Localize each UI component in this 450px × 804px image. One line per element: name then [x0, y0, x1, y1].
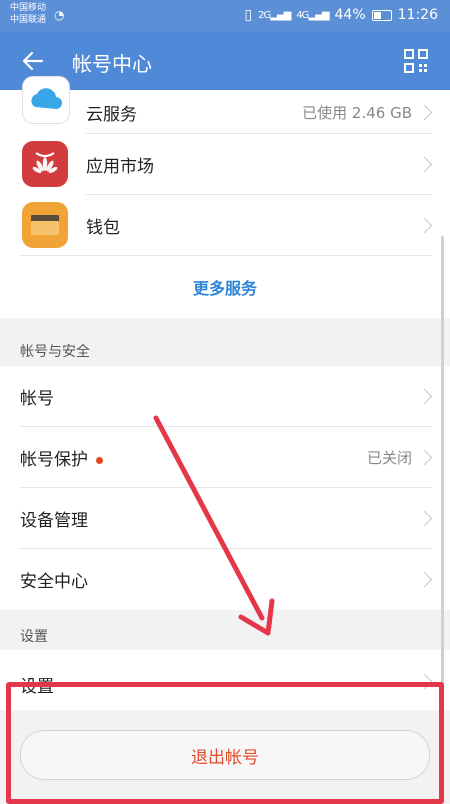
annotation-arrow-icon	[153, 415, 275, 636]
